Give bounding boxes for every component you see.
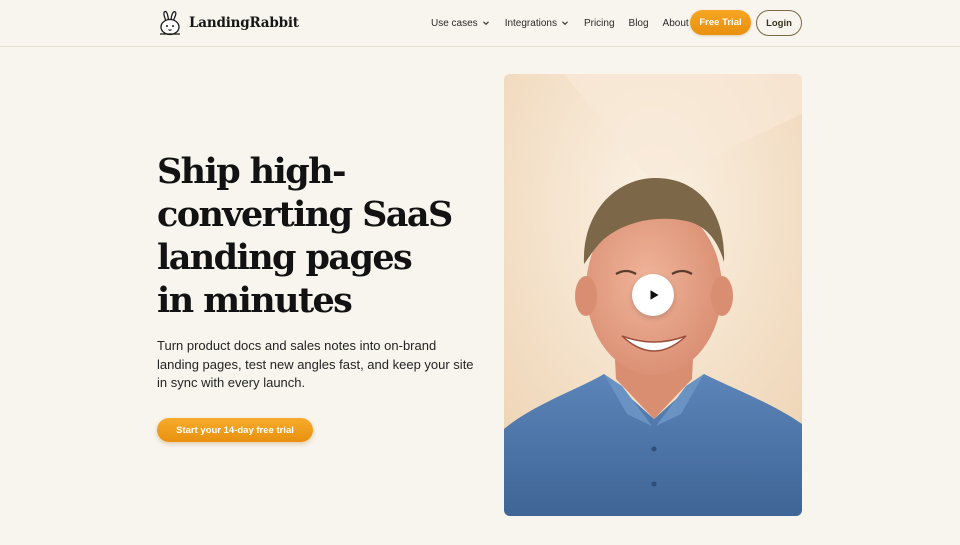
nav-item-about[interactable]: About [663,18,689,29]
headline-line: Ship high- [157,151,346,192]
headline-line: in minutes [157,280,353,321]
login-button[interactable]: Login [756,10,802,36]
nav-item-label: Use cases [431,17,478,29]
nav-item-integrations[interactable]: Integrations [505,18,570,29]
free-trial-button[interactable]: Free Trial [690,10,751,35]
brand-name: LandingRabbit [189,15,299,31]
chevron-down-icon [482,21,489,26]
hero-subtext: Turn product docs and sales notes into o… [157,338,474,390]
brand-logo[interactable]: LandingRabbit [157,10,299,36]
nav-item-pricing[interactable]: Pricing [584,18,615,29]
play-icon [650,290,659,300]
rabbit-icon [160,10,180,36]
chevron-down-icon [562,21,568,26]
headline-line: landing pages [157,237,413,278]
nav-item-label: Integrations [504,17,557,29]
hero-headline: Ship high- converting SaaS landing pages… [157,150,477,322]
headline-line: converting SaaS [157,194,453,235]
nav-item-blog[interactable]: Blog [629,18,649,29]
nav-item-label: Pricing [583,17,615,29]
start-trial-button[interactable]: Start your 14-day free trial [157,418,313,442]
nav-item-label: About [662,17,689,29]
top-navigation-bar: LandingRabbit Use cases Integrations Pri… [0,0,960,47]
main-nav: Use cases Integrations Pricing Blog Abou… [431,0,703,46]
nav-item-label: Blog [628,17,649,29]
nav-item-use-cases[interactable]: Use cases [431,18,491,29]
play-video-button[interactable] [632,274,674,316]
